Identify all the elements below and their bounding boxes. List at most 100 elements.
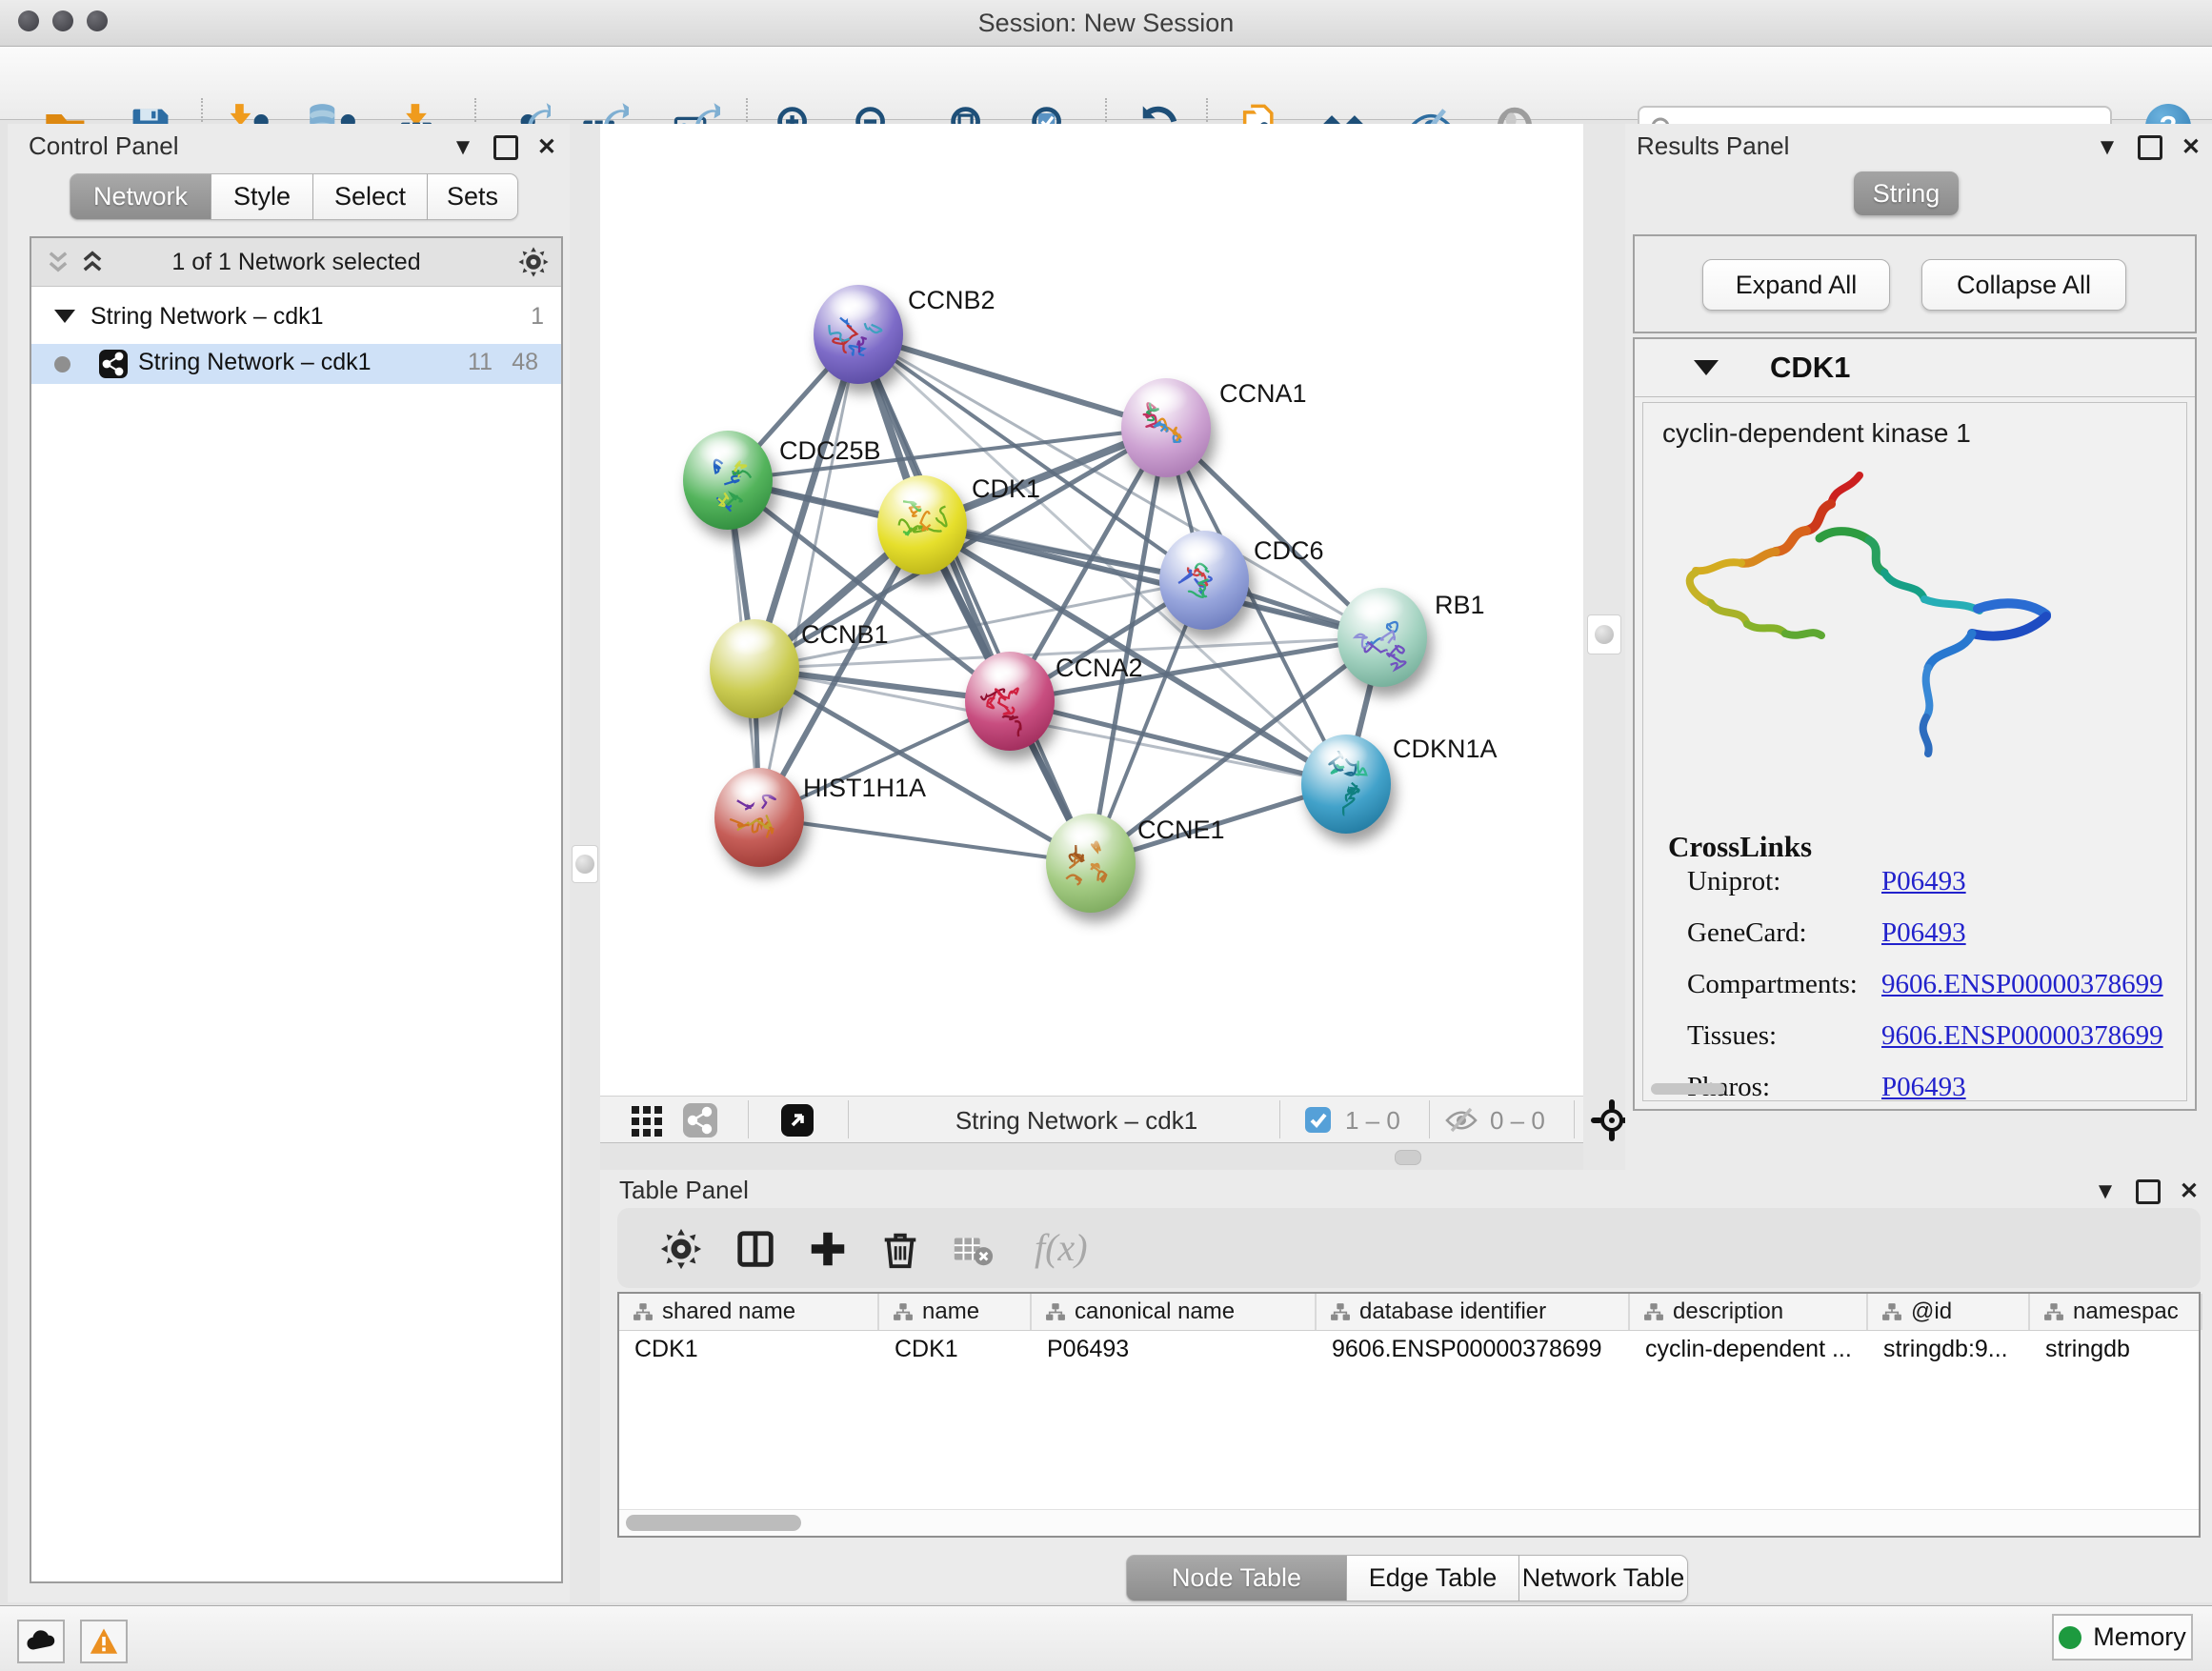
- table-row[interactable]: CDK1CDK1P064939606.ENSP00000378699cyclin…: [619, 1331, 2199, 1367]
- network-view-share-icon[interactable]: [681, 1101, 719, 1139]
- tab-string[interactable]: String: [1854, 171, 1959, 215]
- memory-button[interactable]: Memory: [2052, 1614, 2193, 1661]
- expand-all-button[interactable]: Expand All: [1702, 259, 1890, 311]
- tab-edge-table[interactable]: Edge Table: [1347, 1555, 1519, 1601]
- network-node-CDKN1A[interactable]: [1301, 735, 1391, 834]
- table-tabs: Node Table Edge Table Network Table: [1126, 1555, 1688, 1601]
- table-cell[interactable]: stringdb:9...: [1868, 1331, 2030, 1367]
- network-node-RB1[interactable]: [1337, 588, 1427, 687]
- network-options-gear-icon[interactable]: [517, 246, 550, 278]
- table-scrollbar[interactable]: [619, 1509, 2199, 1536]
- right-splitter[interactable]: [1583, 124, 1625, 1170]
- left-splitter[interactable]: [570, 124, 600, 1602]
- tab-node-table[interactable]: Node Table: [1126, 1555, 1347, 1601]
- grid-view-icon[interactable]: [628, 1101, 666, 1139]
- network-collection-row[interactable]: String Network – cdk1 1: [31, 298, 561, 334]
- table-panel-title: Table Panel: [619, 1176, 749, 1205]
- panel-close-icon[interactable]: ✕: [537, 136, 556, 159]
- crosslink-label: GeneCard:: [1687, 917, 1807, 948]
- crosslink-label: Uniprot:: [1687, 866, 1780, 896]
- network-view-title: String Network – cdk1: [876, 1106, 1277, 1136]
- panel-float-icon[interactable]: [493, 135, 518, 160]
- crosslink-link[interactable]: 9606.ENSP00000378699: [1881, 1020, 2163, 1052]
- column-header--id[interactable]: @id: [1868, 1294, 2030, 1330]
- tab-network-table[interactable]: Network Table: [1519, 1555, 1688, 1601]
- panel-float-icon[interactable]: [2138, 135, 2162, 160]
- tab-style[interactable]: Style: [211, 173, 313, 220]
- tab-network[interactable]: Network: [70, 173, 211, 220]
- crosslink-link[interactable]: 9606.ENSP00000378699: [1881, 969, 2163, 1000]
- results-controls: Expand All Collapse All: [1633, 234, 2197, 333]
- results-panel: Results Panel ▼ ✕ String Expand All Coll…: [1625, 124, 2212, 1170]
- column-header-shared-name[interactable]: shared name: [619, 1294, 879, 1330]
- node-table[interactable]: shared namenamecanonical namedatabase id…: [617, 1292, 2201, 1538]
- tab-select[interactable]: Select: [313, 173, 428, 220]
- splitter-handle[interactable]: [1395, 1150, 1421, 1165]
- delete-column-icon[interactable]: [878, 1227, 922, 1271]
- warning-status-button[interactable]: [80, 1620, 128, 1663]
- panel-close-icon[interactable]: ✕: [2182, 136, 2201, 159]
- column-header-database-identifier[interactable]: database identifier: [1317, 1294, 1630, 1330]
- panel-menu-icon[interactable]: ▼: [2094, 1180, 2117, 1203]
- control-panel-tabs: Network Style Select Sets: [70, 173, 518, 220]
- crosslink-link[interactable]: P06493: [1881, 866, 1966, 897]
- network-node-CDC6[interactable]: [1159, 531, 1249, 630]
- network-row-selected[interactable]: String Network – cdk1 11 48: [31, 344, 561, 384]
- warning-icon: [88, 1625, 120, 1658]
- panel-menu-icon[interactable]: ▼: [2096, 136, 2119, 159]
- crosslink-label: Tissues:: [1687, 1020, 1777, 1051]
- table-options-gear-icon[interactable]: [659, 1227, 703, 1271]
- table-cell[interactable]: stringdb: [2030, 1331, 2202, 1367]
- horizontal-splitter[interactable]: [600, 1143, 1583, 1170]
- show-columns-icon[interactable]: [734, 1227, 777, 1271]
- function-builder-icon: f(x): [1035, 1225, 1088, 1270]
- network-edge[interactable]: [759, 817, 1091, 863]
- crosslink-link[interactable]: P06493: [1881, 1072, 1966, 1103]
- crosslink-row: GeneCard:P06493: [1687, 917, 1807, 949]
- column-header-name[interactable]: name: [879, 1294, 1032, 1330]
- network-edge[interactable]: [759, 334, 858, 817]
- delete-table-icon: [951, 1227, 995, 1271]
- table-cell[interactable]: 9606.ENSP00000378699: [1317, 1331, 1630, 1367]
- network-icon: [98, 349, 129, 379]
- network-node-CCNB2[interactable]: [814, 285, 903, 384]
- network-list: 1 of 1 Network selected String Network –…: [30, 236, 563, 1583]
- table-cell[interactable]: cyclin-dependent ...: [1630, 1331, 1868, 1367]
- results-scrollbar[interactable]: [1651, 1083, 1725, 1095]
- status-bar: Memory: [0, 1605, 2212, 1671]
- collapse-section-icon[interactable]: [1694, 360, 1719, 375]
- table-cell[interactable]: CDK1: [879, 1331, 1032, 1367]
- tab-sets[interactable]: Sets: [428, 173, 518, 220]
- add-column-icon[interactable]: [806, 1227, 850, 1271]
- column-header-description[interactable]: description: [1630, 1294, 1868, 1330]
- panel-close-icon[interactable]: ✕: [2180, 1180, 2199, 1203]
- column-header-canonical-name[interactable]: canonical name: [1032, 1294, 1317, 1330]
- scrollbar-thumb[interactable]: [626, 1515, 801, 1531]
- collapse-all-button[interactable]: Collapse All: [1921, 259, 2126, 311]
- table-cell[interactable]: P06493: [1032, 1331, 1317, 1367]
- panel-menu-icon[interactable]: ▼: [452, 136, 474, 159]
- node-label-CCNB2: CCNB2: [908, 286, 995, 315]
- network-node-CDC25B[interactable]: [683, 431, 773, 530]
- network-edge[interactable]: [1010, 701, 1346, 784]
- network-node-CCNE1[interactable]: [1046, 814, 1136, 913]
- results-panel-title: Results Panel: [1637, 131, 1789, 161]
- network-node-CDK1[interactable]: [877, 475, 967, 574]
- protein-card-header[interactable]: CDK1: [1635, 339, 2195, 397]
- node-label-CCNA2: CCNA2: [1056, 654, 1143, 683]
- crosslink-label: Compartments:: [1687, 969, 1858, 999]
- column-header-namespac[interactable]: namespac: [2030, 1294, 2202, 1330]
- tree-expander-icon[interactable]: [54, 310, 75, 323]
- network-canvas[interactable]: CCNB2CCNA1CDC25BCDK1CDC6RB1CCNB1CCNA2CDK…: [600, 124, 1583, 1096]
- crosslink-link[interactable]: P06493: [1881, 917, 1966, 949]
- cloud-status-button[interactable]: [17, 1620, 65, 1663]
- network-node-CCNA2[interactable]: [965, 652, 1055, 751]
- network-node-HIST1H1A[interactable]: [714, 768, 804, 867]
- selected-checkbox-icon[interactable]: [1305, 1107, 1331, 1133]
- panel-float-icon[interactable]: [2136, 1179, 2161, 1204]
- table-cell[interactable]: CDK1: [619, 1331, 879, 1367]
- network-edge[interactable]: [858, 334, 1166, 428]
- detach-view-icon[interactable]: [778, 1101, 816, 1139]
- network-node-CCNA1[interactable]: [1121, 378, 1211, 477]
- network-node-CCNB1[interactable]: [710, 619, 799, 718]
